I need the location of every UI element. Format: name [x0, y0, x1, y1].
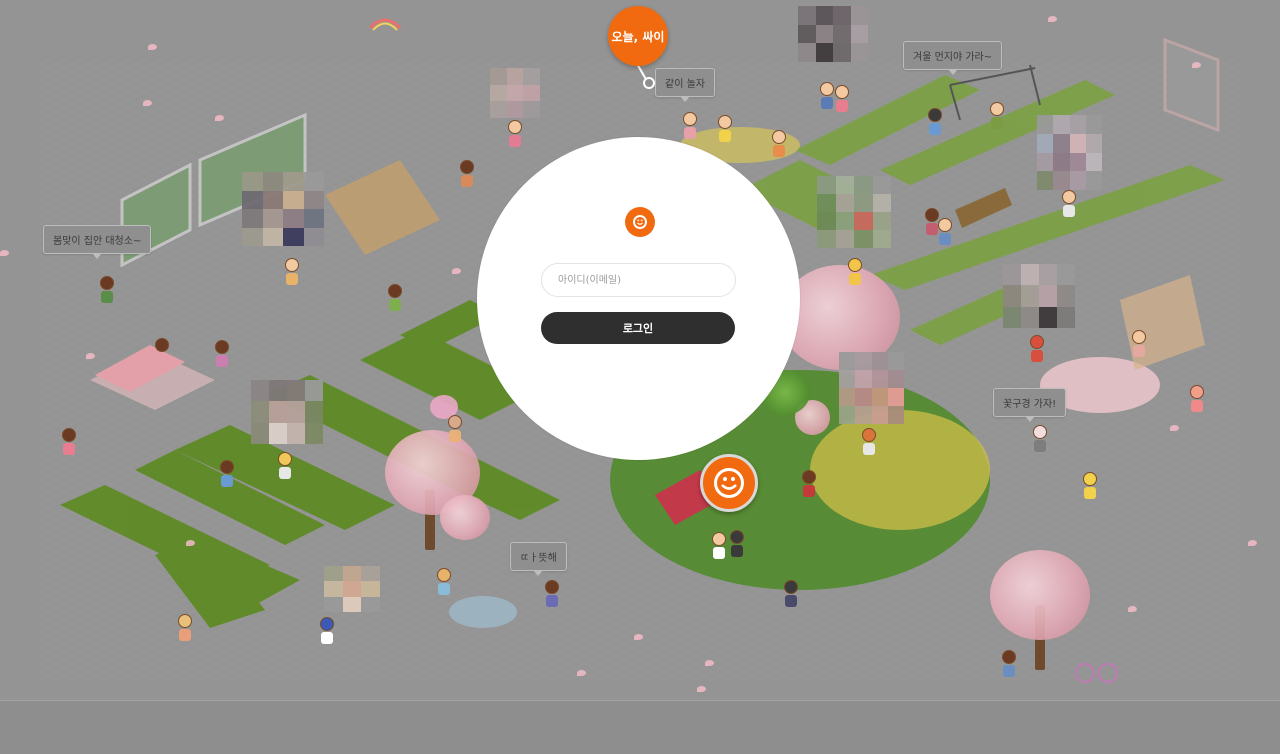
pixelated-avatar [324, 566, 380, 612]
avatar-character [1062, 190, 1076, 217]
pixelated-avatar [242, 172, 324, 246]
pixelated-avatar [1003, 264, 1075, 328]
cherry-petal [452, 268, 461, 274]
avatar-character [835, 85, 849, 112]
avatar-character [772, 130, 786, 157]
avatar-character [278, 452, 292, 479]
pixelated-avatar [839, 352, 904, 424]
cherry-petal [148, 44, 157, 50]
cherry-petal [1048, 16, 1057, 22]
login-button[interactable]: 로그인 [541, 312, 735, 344]
avatar-character [448, 415, 462, 442]
speech-bubble-winter: 겨울 먼지야 가라~ [903, 41, 1003, 75]
avatar-character [545, 580, 559, 607]
avatar-character [1002, 650, 1016, 677]
page-footer [0, 700, 1280, 754]
cherry-petal [1170, 425, 1179, 431]
avatar-character [862, 428, 876, 455]
speech-bubble-spring-clean: 봄맞이 집안 대청소~ [43, 225, 152, 259]
avatar-character [388, 284, 402, 311]
id-email-input[interactable] [541, 263, 736, 297]
cherry-petal [1248, 540, 1257, 546]
cherry-petal [577, 670, 586, 676]
avatar-character [820, 82, 834, 109]
cherry-petal [215, 115, 224, 121]
avatar-character [320, 617, 334, 644]
avatar-character [1030, 335, 1044, 362]
cherry-petal [186, 540, 195, 546]
login-panel [477, 137, 800, 460]
cherry-tree [440, 495, 490, 540]
avatar-character [155, 338, 169, 365]
cherry-petal [705, 660, 714, 666]
avatar-character [990, 102, 1004, 129]
pixelated-avatar [490, 68, 540, 118]
today-badge-label: 오늘, 싸이 [611, 29, 665, 44]
avatar-character [928, 108, 942, 135]
avatar-character [215, 340, 229, 367]
avatar-character [718, 115, 732, 142]
speech-bubble-warm: ㄸㅏ뜻해 [510, 542, 567, 576]
avatar-character [62, 428, 76, 455]
pixelated-avatar [817, 176, 891, 248]
avatar-character [938, 218, 952, 245]
avatar-character [437, 568, 451, 595]
avatar-character [178, 614, 192, 641]
avatar-character [285, 258, 299, 285]
pixelated-avatar [798, 6, 868, 62]
today-cyworld-badge[interactable]: 오늘, 싸이 [608, 6, 668, 66]
avatar-character [848, 258, 862, 285]
cherry-petal [0, 250, 9, 256]
speech-bubble-flowers: 꽃구경 가자! [993, 388, 1067, 422]
avatar-character [802, 470, 816, 497]
pixelated-avatar [251, 380, 323, 444]
avatar-character [1033, 425, 1047, 452]
cherry-petal [143, 100, 152, 106]
avatar-character [220, 460, 234, 487]
avatar-character [730, 530, 744, 557]
avatar-character [1190, 385, 1204, 412]
badge-connector-dot [643, 77, 655, 89]
avatar-character [784, 580, 798, 607]
cherry-petal [634, 634, 643, 640]
avatar-character [460, 160, 474, 187]
cherry-petal [697, 686, 706, 692]
cyworld-smile-icon [625, 207, 655, 237]
avatar-character [100, 276, 114, 303]
avatar-character [712, 532, 726, 559]
pixelated-avatar [1037, 115, 1102, 190]
cherry-petal [1192, 62, 1201, 68]
cherry-tree [990, 550, 1090, 640]
cherry-petal [86, 353, 95, 359]
cyworld-emblem-icon [700, 454, 758, 512]
avatar-character [1132, 330, 1146, 357]
avatar-character [1083, 472, 1097, 499]
avatar-character [925, 208, 939, 235]
avatar-character [508, 120, 522, 147]
miniroom-background-scene: 같이 놀자 겨울 먼지야 가라~ 봄맞이 집안 대청소~ 꽃구경 가자! ㄸㅏ뜻… [0, 0, 1280, 700]
speech-bubble-play: 같이 놀자 [655, 68, 715, 102]
cherry-petal [1128, 606, 1137, 612]
avatar-character [683, 112, 697, 139]
